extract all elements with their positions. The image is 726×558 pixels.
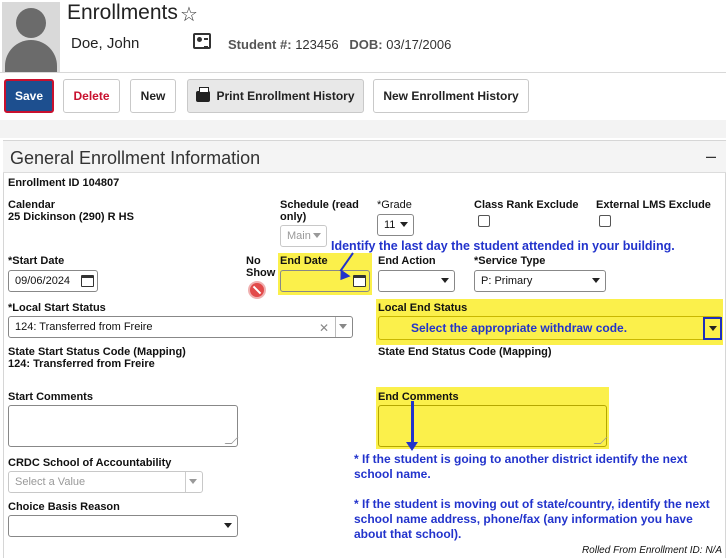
dob-value: 03/17/2006 [386, 37, 452, 52]
grade-select[interactable]: 11 [377, 214, 414, 236]
end-action-select[interactable] [378, 270, 455, 292]
enrollment-id: Enrollment ID 104807 [8, 177, 120, 189]
comment-note-1: * If the student is going to another dis… [354, 452, 688, 481]
print-history-label: Print Enrollment History [216, 89, 355, 103]
grade-value: 11 [384, 219, 396, 231]
external-lms-label: External LMS Exclude [596, 199, 711, 211]
external-lms-checkbox[interactable] [599, 215, 611, 227]
page-title: Enrollments [67, 1, 178, 24]
state-start-value: 124: Transferred from Freire [8, 358, 155, 370]
schedule-select: Main [280, 225, 327, 247]
favorite-star-icon[interactable]: ☆ [180, 2, 198, 27]
service-type-select[interactable]: P: Primary [474, 270, 606, 292]
start-comments-label: Start Comments [8, 391, 93, 403]
start-date-value: 09/06/2024 [15, 275, 71, 287]
local-start-select[interactable]: 124: Transferred from Freire ✕ [8, 316, 353, 338]
end-date-note: Identify the last day the student attend… [331, 239, 675, 253]
schedule-value: Main [287, 230, 311, 242]
end-status-note: Select the appropriate withdraw code. [411, 321, 628, 335]
dob-label: DOB: [349, 37, 383, 52]
calendar-value: 25 Dickinson (290) R HS [8, 211, 134, 223]
end-comments-arrowhead [406, 442, 418, 451]
service-type-value: P: Primary [481, 275, 533, 287]
new-enrollment-history-button[interactable]: New Enrollment History [373, 79, 529, 113]
no-show-icon[interactable] [248, 281, 266, 299]
clear-icon[interactable]: ✕ [319, 321, 329, 335]
student-num: 123456 [295, 37, 339, 52]
end-date-calendar-icon[interactable] [353, 275, 366, 287]
student-name: Doe, John [71, 35, 140, 52]
local-end-dropdown-button[interactable] [703, 317, 722, 340]
start-comments-textarea[interactable] [8, 405, 238, 447]
local-start-label: *Local Start Status [8, 302, 106, 314]
local-start-value: 124: Transferred from Freire [15, 321, 153, 333]
new-button[interactable]: New [130, 79, 176, 113]
start-date-label: *Start Date [8, 255, 65, 267]
student-info: Student #: 123456 DOB: 03/17/2006 [228, 37, 451, 52]
delete-button[interactable]: Delete [63, 79, 120, 113]
printer-icon [196, 86, 211, 102]
student-num-label: Student #: [228, 37, 292, 52]
crdc-label: CRDC School of Accountability [8, 457, 172, 469]
end-action-label: End Action [378, 255, 436, 267]
end-date-label: End Date [280, 255, 328, 267]
section-title: General Enrollment Information [10, 148, 261, 168]
start-date-calendar-icon[interactable] [81, 275, 94, 287]
student-avatar [2, 2, 60, 72]
choice-label: Choice Basis Reason [8, 501, 120, 513]
service-type-label: *Service Type [474, 255, 546, 267]
choice-select[interactable] [8, 515, 238, 537]
toolbar-band [0, 120, 726, 138]
end-comments-label: End Comments [378, 391, 459, 403]
local-end-label: Local End Status [378, 302, 468, 314]
class-rank-label: Class Rank Exclude [474, 199, 579, 211]
print-enrollment-history-button[interactable]: Print Enrollment History [187, 79, 364, 113]
save-button[interactable]: Save [4, 79, 54, 113]
schedule-label: Schedule (read only) [280, 199, 359, 223]
rolled-from-text: Rolled From Enrollment ID: N/A [581, 545, 722, 556]
calendar-label: Calendar [8, 199, 56, 211]
class-rank-checkbox[interactable] [478, 215, 490, 227]
state-end-label: State End Status Code (Mapping) [378, 346, 552, 358]
collapse-icon[interactable]: – [706, 146, 716, 167]
comment-note-2: * If the student is moving out of state/… [354, 497, 710, 541]
end-comments-arrow [411, 401, 414, 444]
grade-label: *Grade [377, 199, 412, 211]
id-card-icon[interactable] [193, 33, 211, 49]
crdc-placeholder: Select a Value [15, 476, 86, 488]
no-show-label: No Show [246, 255, 276, 279]
crdc-select[interactable]: Select a Value [8, 471, 203, 493]
header-divider [0, 72, 726, 73]
state-start-label: State Start Status Code (Mapping) [8, 346, 186, 358]
